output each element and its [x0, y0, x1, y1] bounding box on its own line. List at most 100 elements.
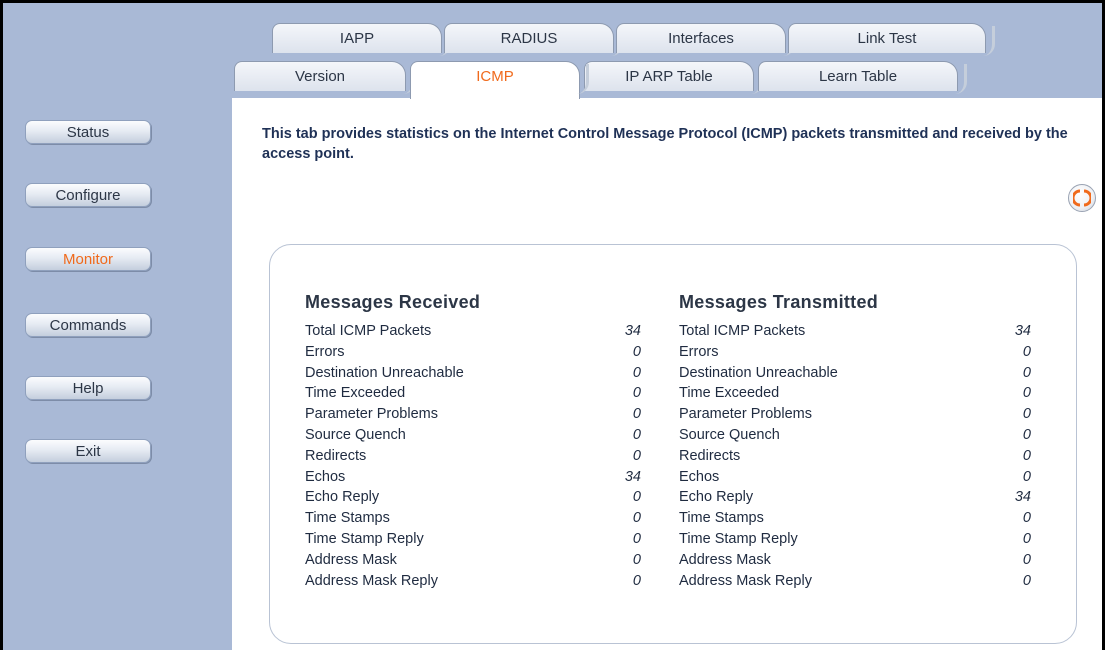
received-list: Total ICMP Packets 34 Errors 0 Destination U… [305, 323, 641, 593]
stat-label: Time Exceeded [679, 385, 780, 402]
stat-value: 0 [632, 447, 641, 464]
stat-value: 0 [1022, 530, 1031, 547]
tab-link-test[interactable]: Link Test [788, 23, 995, 56]
stat-label: Address Mask [305, 551, 397, 568]
tab-label: Interfaces [668, 30, 734, 47]
tab-label: IAPP [339, 30, 375, 47]
stat-value: 0 [632, 385, 641, 402]
received-column: Messages Received Total ICMP Packets 34 Er… [305, 292, 641, 593]
stat-label: Time Exceeded [305, 385, 406, 402]
stat-value: 0 [1022, 385, 1031, 402]
tab-label: IP ARP Table [625, 68, 713, 85]
stat-row: Time Stamps 0 [679, 510, 1031, 531]
stat-value: 0 [1022, 426, 1031, 443]
stat-row: Time Exceeded 0 [679, 385, 1031, 406]
exit-button[interactable]: Exit [25, 439, 151, 463]
stat-value: 34 [624, 323, 641, 339]
tab-bar: IAPP RADIUS Interfaces Link Test Version… [232, 3, 1102, 99]
stat-label: Echos [679, 468, 720, 485]
configure-button[interactable]: Configure [25, 183, 151, 207]
stat-label: Redirects [305, 447, 367, 464]
tab-version[interactable]: Version [234, 61, 415, 94]
stat-row: Time Exceeded 0 [305, 385, 641, 406]
stat-value: 0 [632, 406, 641, 423]
tab-label: Version [294, 68, 346, 85]
stat-value: 34 [624, 468, 641, 485]
tab-label: Link Test [857, 30, 917, 47]
refresh-button[interactable] [1068, 184, 1096, 212]
stat-row: Echo Reply 34 [679, 489, 1031, 510]
received-title: Messages Received [305, 292, 481, 312]
stat-row: Address Mask 0 [305, 552, 641, 573]
stat-label: Parameter Problems [305, 406, 438, 423]
transmitted-list: Total ICMP Packets 34 Errors 0 Destination U… [679, 323, 1031, 593]
stat-value: 0 [1022, 364, 1031, 381]
stat-row: Echo Reply 0 [305, 489, 641, 510]
stat-row: Parameter Problems 0 [679, 406, 1031, 427]
stat-label: Echo Reply [679, 489, 754, 506]
stat-value: 34 [1014, 323, 1031, 339]
stat-label: Source Quench [679, 426, 780, 443]
tab-iapp[interactable]: IAPP [272, 23, 451, 56]
stat-label: Address Mask Reply [305, 572, 438, 589]
stat-row: Address Mask Reply 0 [679, 573, 1031, 594]
stat-value: 0 [1022, 510, 1031, 527]
stat-value: 0 [632, 572, 641, 589]
intro-text: This tab provides statistics on the Inte… [262, 126, 1068, 162]
stat-row: Parameter Problems 0 [305, 406, 641, 427]
monitor-button[interactable]: Monitor [25, 247, 151, 271]
stat-value: 0 [1022, 406, 1031, 423]
tab-radius[interactable]: RADIUS [444, 23, 623, 56]
stat-value: 0 [632, 426, 641, 443]
stat-label: Address Mask [679, 551, 771, 568]
stat-label: Echos [305, 468, 346, 485]
stat-label: Destination Unreachable [679, 364, 838, 381]
sidebar: Status Configure Monitor Commands Help E… [3, 3, 232, 650]
stat-value: 0 [1022, 343, 1031, 360]
stat-label: Time Stamp Reply [679, 530, 798, 547]
stat-row: Source Quench 0 [679, 427, 1031, 448]
stat-value: 0 [632, 530, 641, 547]
refresh-icon [1073, 189, 1091, 207]
content-area: This tab provides statistics on the Inte… [232, 98, 1102, 650]
stat-value: 0 [632, 364, 641, 381]
stat-value: 0 [632, 551, 641, 568]
stat-label: Errors [679, 343, 719, 360]
tab-ip-arp-table[interactable]: IP ARP Table [584, 61, 763, 94]
stat-row: Redirects 0 [305, 448, 641, 469]
stat-row: Errors 0 [305, 344, 641, 365]
tab-learn-table[interactable]: Learn Table [758, 61, 967, 94]
stat-value: 0 [1022, 468, 1031, 485]
stat-label: Time Stamp Reply [305, 530, 424, 547]
stat-label: Time Stamps [305, 510, 390, 527]
stat-label: Time Stamps [679, 510, 764, 527]
app-frame: Status Configure Monitor Commands Help E… [0, 0, 1105, 650]
help-button[interactable]: Help [25, 376, 151, 400]
stat-row: Echos 34 [305, 469, 641, 490]
stat-row: Time Stamp Reply 0 [305, 531, 641, 552]
tab-icmp[interactable]: ICMP [410, 61, 589, 99]
stat-row: Destination Unreachable 0 [305, 365, 641, 386]
status-button[interactable]: Status [25, 120, 151, 144]
stat-label: Address Mask Reply [679, 572, 812, 589]
tab-label: RADIUS [500, 30, 558, 47]
stat-row: Total ICMP Packets 34 [679, 323, 1031, 344]
stat-row: Time Stamps 0 [305, 510, 641, 531]
stat-value: 0 [632, 343, 641, 360]
tab-label: Learn Table [818, 68, 898, 85]
stat-label: Total ICMP Packets [305, 323, 432, 339]
tab-label: ICMP [476, 68, 514, 85]
stat-value: 34 [1014, 489, 1031, 506]
stat-label: Source Quench [305, 426, 406, 443]
stat-label: Redirects [679, 447, 741, 464]
stats-panel: Messages Received Total ICMP Packets 34 Er… [269, 244, 1077, 644]
stat-row: Redirects 0 [679, 448, 1031, 469]
tab-interfaces[interactable]: Interfaces [616, 23, 795, 56]
stat-label: Destination Unreachable [305, 364, 464, 381]
stat-row: Time Stamp Reply 0 [679, 531, 1031, 552]
commands-button[interactable]: Commands [25, 313, 151, 337]
stat-row: Echos 0 [679, 469, 1031, 490]
transmitted-title: Messages Transmitted [679, 292, 879, 312]
stat-value: 0 [1022, 572, 1031, 589]
stat-row: Address Mask 0 [679, 552, 1031, 573]
